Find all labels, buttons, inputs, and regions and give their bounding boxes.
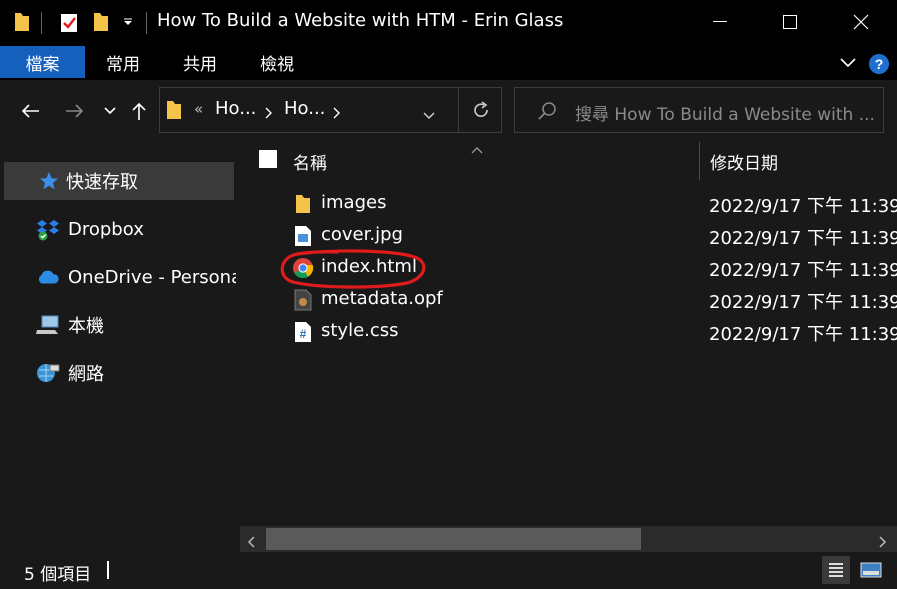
tab-view[interactable]: 檢視: [247, 46, 307, 78]
close-button[interactable]: [838, 0, 884, 44]
address-dropdown-icon[interactable]: [422, 106, 436, 125]
item-count: 5 個項目: [24, 565, 92, 585]
chevron-right-icon[interactable]: [332, 104, 340, 123]
properties-icon[interactable]: [56, 8, 82, 36]
forward-button[interactable]: [60, 96, 90, 126]
scrollbar-thumb[interactable]: [266, 528, 641, 550]
nav-item-quick-access[interactable]: 快速存取: [4, 162, 234, 200]
tab-home[interactable]: 常用: [93, 46, 153, 78]
nav-item-network[interactable]: 網路: [0, 354, 236, 392]
computer-icon: [36, 313, 60, 337]
title-separator: [41, 12, 42, 34]
file-name: style.css: [321, 320, 399, 341]
nav-item-onedrive[interactable]: OneDrive - Personal: [0, 258, 236, 296]
folder-icon: [292, 193, 314, 215]
details-view-button[interactable]: [822, 556, 850, 584]
nav-item-label: 快速存取: [66, 172, 138, 193]
file-date: 2022/9/17 下午 11:39: [709, 196, 897, 217]
window-title: How To Build a Website with HTM - Erin G…: [157, 10, 564, 31]
expand-ribbon-icon[interactable]: [836, 48, 860, 76]
file-row[interactable]: # style.css 2022/9/17 下午 11:39: [240, 316, 897, 348]
file-list: 名稱 修改日期 images 2022/9/17 下午 11:39 cover.…: [240, 142, 897, 552]
ribbon: 檔案 常用 共用 檢視 ?: [0, 44, 897, 80]
nav-item-label: Dropbox: [68, 218, 144, 240]
column-header-date[interactable]: 修改日期: [710, 149, 778, 174]
breadcrumb-item[interactable]: Ho...: [215, 98, 256, 119]
scroll-left-icon[interactable]: [246, 533, 256, 552]
nav-item-this-pc[interactable]: 本機: [0, 306, 236, 344]
text-cursor: [107, 561, 109, 579]
breadcrumb-overflow[interactable]: «: [194, 100, 203, 118]
search-placeholder: 搜尋 How To Build a Website with ...: [575, 105, 875, 125]
address-bar[interactable]: « Ho... Ho...: [159, 87, 502, 133]
column-divider[interactable]: [699, 142, 700, 180]
svg-text:?: ?: [875, 56, 884, 72]
red-circle-annotation: [280, 249, 426, 289]
file-name: metadata.opf: [321, 288, 443, 309]
new-folder-icon[interactable]: [89, 8, 113, 36]
horizontal-scrollbar[interactable]: [240, 526, 897, 552]
folder-icon: [166, 100, 182, 124]
sort-ascending-icon: [471, 140, 483, 159]
recent-locations-button[interactable]: [95, 96, 125, 126]
up-button[interactable]: [124, 96, 154, 126]
css-file-icon: #: [292, 321, 314, 343]
nav-item-label: 本機: [68, 316, 104, 337]
help-icon[interactable]: ?: [867, 50, 891, 78]
minimize-button[interactable]: [697, 0, 743, 44]
column-header-name[interactable]: 名稱: [293, 149, 327, 174]
dropbox-icon: [36, 217, 60, 241]
breadcrumb-item[interactable]: Ho...: [284, 98, 325, 119]
tab-share[interactable]: 共用: [170, 46, 230, 78]
chevron-right-icon[interactable]: [264, 104, 272, 123]
search-input[interactable]: 搜尋 How To Build a Website with ...: [514, 87, 884, 133]
file-date: 2022/9/17 下午 11:39: [709, 228, 897, 249]
title-separator: [146, 12, 147, 34]
star-icon: [38, 169, 60, 193]
large-icons-view-button[interactable]: [857, 556, 885, 584]
file-name: cover.jpg: [321, 224, 403, 245]
file-row[interactable]: images 2022/9/17 下午 11:39: [240, 188, 897, 220]
file-date: 2022/9/17 下午 11:39: [709, 292, 897, 313]
title-bar: How To Build a Website with HTM - Erin G…: [0, 0, 897, 44]
onedrive-icon: [36, 265, 60, 289]
maximize-button[interactable]: [767, 0, 813, 44]
file-date: 2022/9/17 下午 11:39: [709, 324, 897, 345]
customize-quick-access-icon[interactable]: [118, 8, 138, 36]
search-icon: [537, 101, 557, 125]
image-file-icon: [292, 225, 314, 247]
folder-icon[interactable]: [10, 8, 34, 36]
file-name: images: [321, 192, 387, 213]
navigation-pane: 快速存取 Dropbox OneDrive - Personal 本機 網路: [0, 142, 238, 552]
nav-item-label: 網路: [68, 364, 104, 385]
file-date: 2022/9/17 下午 11:39: [709, 260, 897, 281]
refresh-icon[interactable]: [458, 88, 502, 132]
select-all-checkbox[interactable]: [259, 150, 277, 168]
scroll-right-icon[interactable]: [878, 533, 888, 552]
tab-file[interactable]: 檔案: [0, 46, 85, 78]
status-bar: 5 個項目: [0, 552, 897, 589]
opf-file-icon: [292, 289, 314, 311]
network-icon: [36, 361, 60, 385]
nav-item-dropbox[interactable]: Dropbox: [0, 210, 236, 248]
svg-text:#: #: [300, 327, 307, 341]
nav-item-label: OneDrive - Personal: [68, 266, 236, 288]
back-button[interactable]: [15, 96, 45, 126]
